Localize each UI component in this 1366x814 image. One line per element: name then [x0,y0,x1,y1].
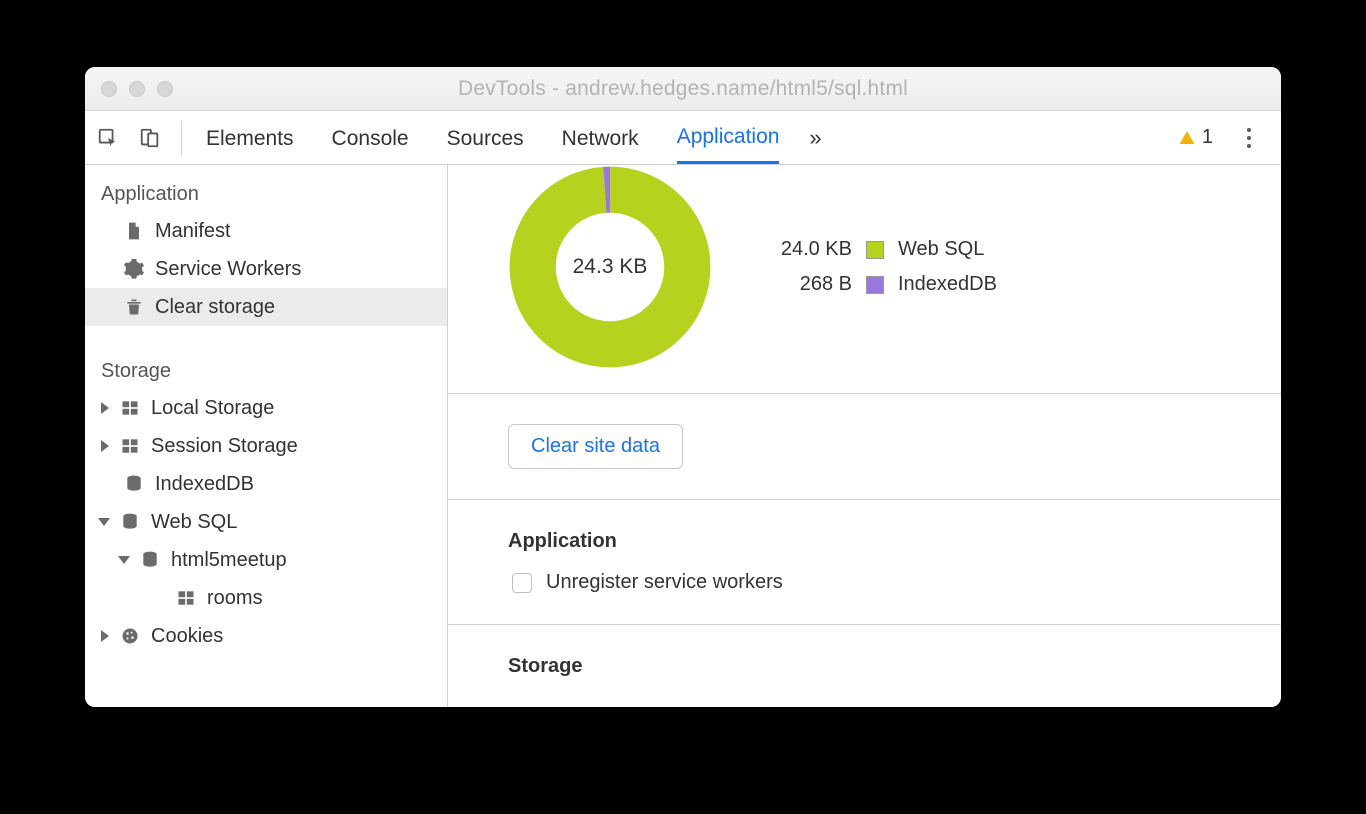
tabs-right: 1 [1178,126,1269,150]
sidebar-item-html5meetup[interactable]: html5meetup [85,541,447,579]
clear-site-data-button[interactable]: Clear site data [508,424,683,469]
sidebar-item-label: Local Storage [151,397,274,420]
chevron-right-icon [101,630,109,642]
clear-site-data-panel: Clear site data [448,394,1281,500]
tab-sources[interactable]: Sources [447,113,524,163]
devtools-window: DevTools - andrew.hedges.name/html5/sql.… [85,67,1281,707]
zoom-window-icon[interactable] [157,81,173,97]
grid-icon [119,397,141,419]
tabs-list: Elements Console Sources Network Applica… [206,111,779,164]
tab-elements[interactable]: Elements [206,113,294,163]
sidebar-item-session-storage[interactable]: Session Storage [85,427,447,465]
sidebar-item-label: html5meetup [171,549,287,572]
checkbox-label: Unregister service workers [546,571,783,594]
device-toolbar-icon[interactable] [139,127,161,149]
sidebar-item-web-sql[interactable]: Web SQL [85,503,447,541]
sidebar-item-cookies[interactable]: Cookies [85,617,447,655]
sidebar-item-indexeddb[interactable]: IndexedDB [85,465,447,503]
traffic-lights [101,81,173,97]
sidebar-item-label: IndexedDB [155,473,254,496]
close-window-icon[interactable] [101,81,117,97]
inspect-element-icon[interactable] [97,127,119,149]
legend-label: Web SQL [898,238,984,261]
chevron-right-icon [101,440,109,452]
titlebar: DevTools - andrew.hedges.name/html5/sql.… [85,67,1281,111]
unregister-sw-row[interactable]: Unregister service workers [508,571,1281,594]
sidebar-item-label: Clear storage [155,296,275,319]
warnings-badge[interactable]: 1 [1178,126,1213,149]
sidebar-section-storage: Storage [85,352,447,389]
usage-donut: 24.3 KB [508,165,712,369]
sidebar-item-label: Web SQL [151,511,237,534]
db-icon [139,549,161,571]
overflow-tabs-icon[interactable]: » [809,125,821,151]
chevron-down-icon [98,518,110,526]
file-icon [123,220,145,242]
usage-chart-row: 24.3 KB 24.0 KB Web SQL 268 B IndexedDB [448,165,1281,394]
legend-value: 24.0 KB [762,238,852,261]
sidebar[interactable]: Application Manifest Service Workers Cle… [85,165,448,707]
sidebar-item-label: rooms [207,587,263,610]
body: Application Manifest Service Workers Cle… [85,165,1281,707]
legend-swatch [866,241,884,259]
legend-label: IndexedDB [898,273,997,296]
tabs-bar: Elements Console Sources Network Applica… [85,111,1281,165]
kebab-menu-icon[interactable] [1237,126,1261,150]
tab-application[interactable]: Application [677,111,780,164]
legend-row-websql: 24.0 KB Web SQL [762,238,997,261]
main-panel[interactable]: 24.3 KB 24.0 KB Web SQL 268 B IndexedDB [448,165,1281,707]
sidebar-item-rooms[interactable]: rooms [85,579,447,617]
usage-total: 24.3 KB [508,165,712,369]
warnings-count: 1 [1202,126,1213,149]
sidebar-item-local-storage[interactable]: Local Storage [85,389,447,427]
usage-legend: 24.0 KB Web SQL 268 B IndexedDB [762,238,997,296]
sidebar-item-manifest[interactable]: Manifest [85,212,447,250]
legend-row-indexeddb: 268 B IndexedDB [762,273,997,296]
grid-icon [175,587,197,609]
checkbox-icon[interactable] [512,573,532,593]
sidebar-item-clear-storage[interactable]: Clear storage [85,288,447,326]
grid-icon [119,435,141,457]
tab-network[interactable]: Network [562,113,639,163]
sidebar-item-service-workers[interactable]: Service Workers [85,250,447,288]
storage-options-panel: Storage [448,625,1281,706]
gear-icon [123,258,145,280]
application-options-panel: Application Unregister service workers [448,500,1281,625]
db-icon [119,511,141,533]
tab-console[interactable]: Console [332,113,409,163]
db-icon [123,473,145,495]
sidebar-item-label: Session Storage [151,435,298,458]
section-title-storage: Storage [508,655,1281,678]
window-title: DevTools - andrew.hedges.name/html5/sql.… [85,77,1281,101]
legend-swatch [866,276,884,294]
section-title-application: Application [508,530,1281,553]
legend-value: 268 B [762,273,852,296]
chevron-right-icon [101,402,109,414]
trash-icon [123,296,145,318]
sidebar-item-label: Service Workers [155,258,301,281]
minimize-window-icon[interactable] [129,81,145,97]
chevron-down-icon [118,556,130,564]
sidebar-item-label: Manifest [155,220,231,243]
toolbar-icons [97,121,182,155]
sidebar-section-application: Application [85,175,447,212]
sidebar-item-label: Cookies [151,625,223,648]
cookie-icon [119,625,141,647]
